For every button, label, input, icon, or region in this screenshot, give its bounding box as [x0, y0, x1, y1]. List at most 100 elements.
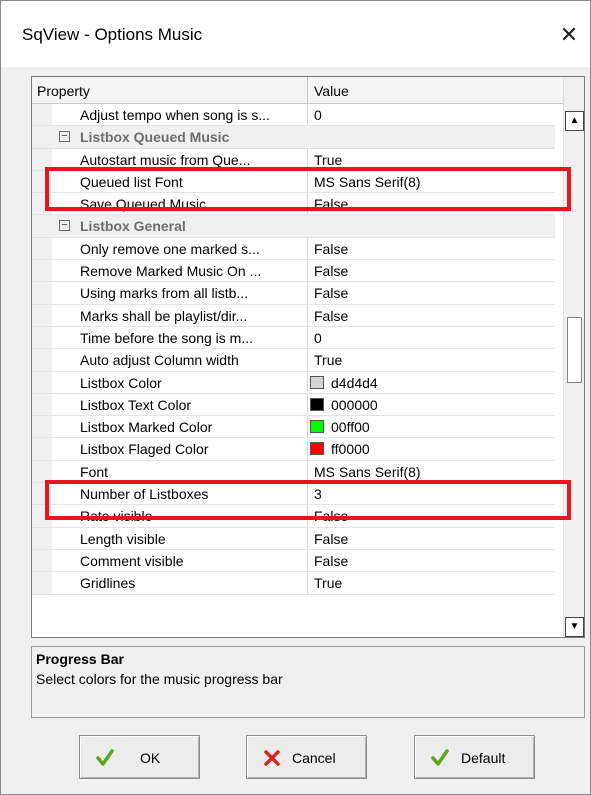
property-name: Gridlines — [80, 575, 136, 592]
property-name: Length visible — [80, 530, 166, 547]
color-swatch[interactable] — [310, 375, 324, 389]
column-separator[interactable] — [307, 77, 308, 103]
property-value[interactable]: False — [314, 531, 348, 547]
row-gutter — [32, 460, 52, 483]
grid-header: Property Value — [32, 77, 563, 104]
row-separator — [307, 371, 308, 393]
row-separator — [307, 260, 308, 282]
property-name: Marks shall be playlist/dir... — [80, 307, 248, 324]
property-value[interactable]: MS Sans Serif(8) — [314, 464, 421, 480]
description-text: Select colors for the music progress bar — [36, 671, 283, 687]
default-label: Default — [461, 750, 506, 766]
property-value[interactable]: True — [314, 575, 342, 591]
property-row[interactable]: Marks shall be playlist/dir... False — [32, 304, 555, 327]
property-value[interactable]: 000000 — [331, 397, 378, 413]
window-title: SqView - Options Music — [22, 25, 203, 44]
row-separator — [307, 282, 308, 304]
category-row[interactable]: − Listbox Queued Music — [32, 126, 555, 149]
property-value[interactable]: 00ff00 — [331, 419, 370, 435]
property-name: Using marks from all listb... — [80, 285, 249, 302]
property-row[interactable]: Time before the song is m... 0 — [32, 326, 555, 350]
options-dialog: SqView - Options Music ✕ Property Value … — [0, 0, 591, 795]
property-name: Listbox Text Color — [80, 396, 192, 413]
cancel-button[interactable]: Cancel — [246, 735, 367, 779]
property-row[interactable]: Length visible False — [32, 527, 555, 550]
row-gutter — [32, 282, 52, 304]
row-gutter — [32, 438, 52, 460]
property-row[interactable]: Comment visible False — [32, 549, 555, 573]
property-value[interactable]: False — [314, 241, 348, 257]
property-value[interactable]: ff0000 — [331, 441, 370, 457]
property-name: Font — [80, 463, 109, 480]
property-row[interactable]: Listbox Marked Color 00ff00 — [32, 416, 555, 439]
property-row[interactable]: Gridlines True — [32, 572, 555, 595]
vertical-scrollbar[interactable]: ▲ ▼ — [563, 77, 584, 637]
property-row[interactable]: Adjust tempo when song is s... 0 — [32, 104, 555, 127]
check-icon — [96, 749, 114, 766]
property-name: Listbox Flaged Color — [80, 441, 209, 458]
property-row[interactable]: Listbox Flaged Color ff0000 — [32, 438, 555, 461]
property-value[interactable]: 0 — [314, 107, 322, 123]
property-value[interactable]: d4d4d4 — [331, 375, 378, 391]
column-header-property[interactable]: Property — [37, 83, 90, 99]
property-name: Time before the song is m... — [80, 329, 253, 346]
scrollbar-thumb[interactable] — [567, 317, 582, 383]
row-gutter — [32, 104, 52, 126]
ok-label: OK — [140, 750, 161, 766]
scroll-up-arrow-icon[interactable]: ▲ — [565, 111, 584, 131]
property-value[interactable]: False — [314, 308, 348, 324]
row-separator — [307, 237, 308, 260]
property-row[interactable]: Remove Marked Music On ... False — [32, 260, 555, 283]
color-swatch[interactable] — [310, 397, 324, 411]
property-name: Auto adjust Column width — [80, 352, 239, 369]
row-gutter — [32, 393, 52, 416]
default-button[interactable]: Default — [414, 735, 535, 779]
row-gutter — [32, 371, 52, 393]
row-separator — [307, 416, 308, 438]
color-swatch[interactable] — [310, 442, 324, 456]
property-name: Comment visible — [80, 552, 184, 569]
row-gutter — [32, 572, 52, 594]
row-separator — [307, 104, 308, 126]
close-button[interactable]: ✕ — [549, 15, 589, 55]
column-header-value[interactable]: Value — [314, 83, 349, 99]
property-row[interactable]: Auto adjust Column width True — [32, 349, 555, 372]
row-separator — [307, 438, 308, 460]
row-separator — [307, 460, 308, 483]
row-separator — [307, 572, 308, 594]
property-name: Adjust tempo when song is s... — [80, 107, 270, 123]
check-icon — [431, 749, 449, 766]
description-panel: Progress Bar Select colors for the music… — [31, 646, 585, 718]
row-separator — [307, 304, 308, 326]
category-label: Listbox Queued Music — [80, 129, 230, 146]
property-value[interactable]: False — [314, 263, 348, 279]
cancel-label: Cancel — [292, 750, 336, 766]
row-separator — [307, 349, 308, 371]
row-gutter — [32, 260, 52, 282]
property-row[interactable]: Only remove one marked s... False — [32, 237, 555, 261]
ok-button[interactable]: OK — [79, 735, 200, 779]
property-row[interactable]: Listbox Color d4d4d4 — [32, 371, 555, 394]
collapse-toggle-icon[interactable]: − — [59, 131, 70, 143]
collapse-toggle-icon[interactable]: − — [59, 220, 70, 232]
cross-icon — [264, 750, 280, 766]
row-separator — [307, 549, 308, 572]
title-bar: SqView - Options Music ✕ — [1, 1, 590, 67]
row-gutter — [32, 326, 52, 349]
property-name: Listbox Marked Color — [80, 419, 213, 436]
property-value[interactable]: False — [314, 553, 348, 569]
row-gutter — [32, 527, 52, 549]
color-swatch[interactable] — [310, 420, 324, 434]
scroll-down-arrow-icon[interactable]: ▼ — [565, 617, 584, 637]
category-row[interactable]: − Listbox General — [32, 215, 555, 238]
property-row[interactable]: Using marks from all listb... False — [32, 282, 555, 305]
row-gutter — [32, 349, 52, 371]
row-separator — [307, 527, 308, 549]
description-title: Progress Bar — [36, 651, 124, 667]
property-row[interactable]: Listbox Text Color 000000 — [32, 393, 555, 417]
property-value[interactable]: False — [314, 285, 348, 301]
property-value[interactable]: True — [314, 152, 342, 168]
property-name: Only remove one marked s... — [80, 240, 260, 257]
property-value[interactable]: 0 — [314, 330, 322, 346]
property-value[interactable]: True — [314, 352, 342, 368]
